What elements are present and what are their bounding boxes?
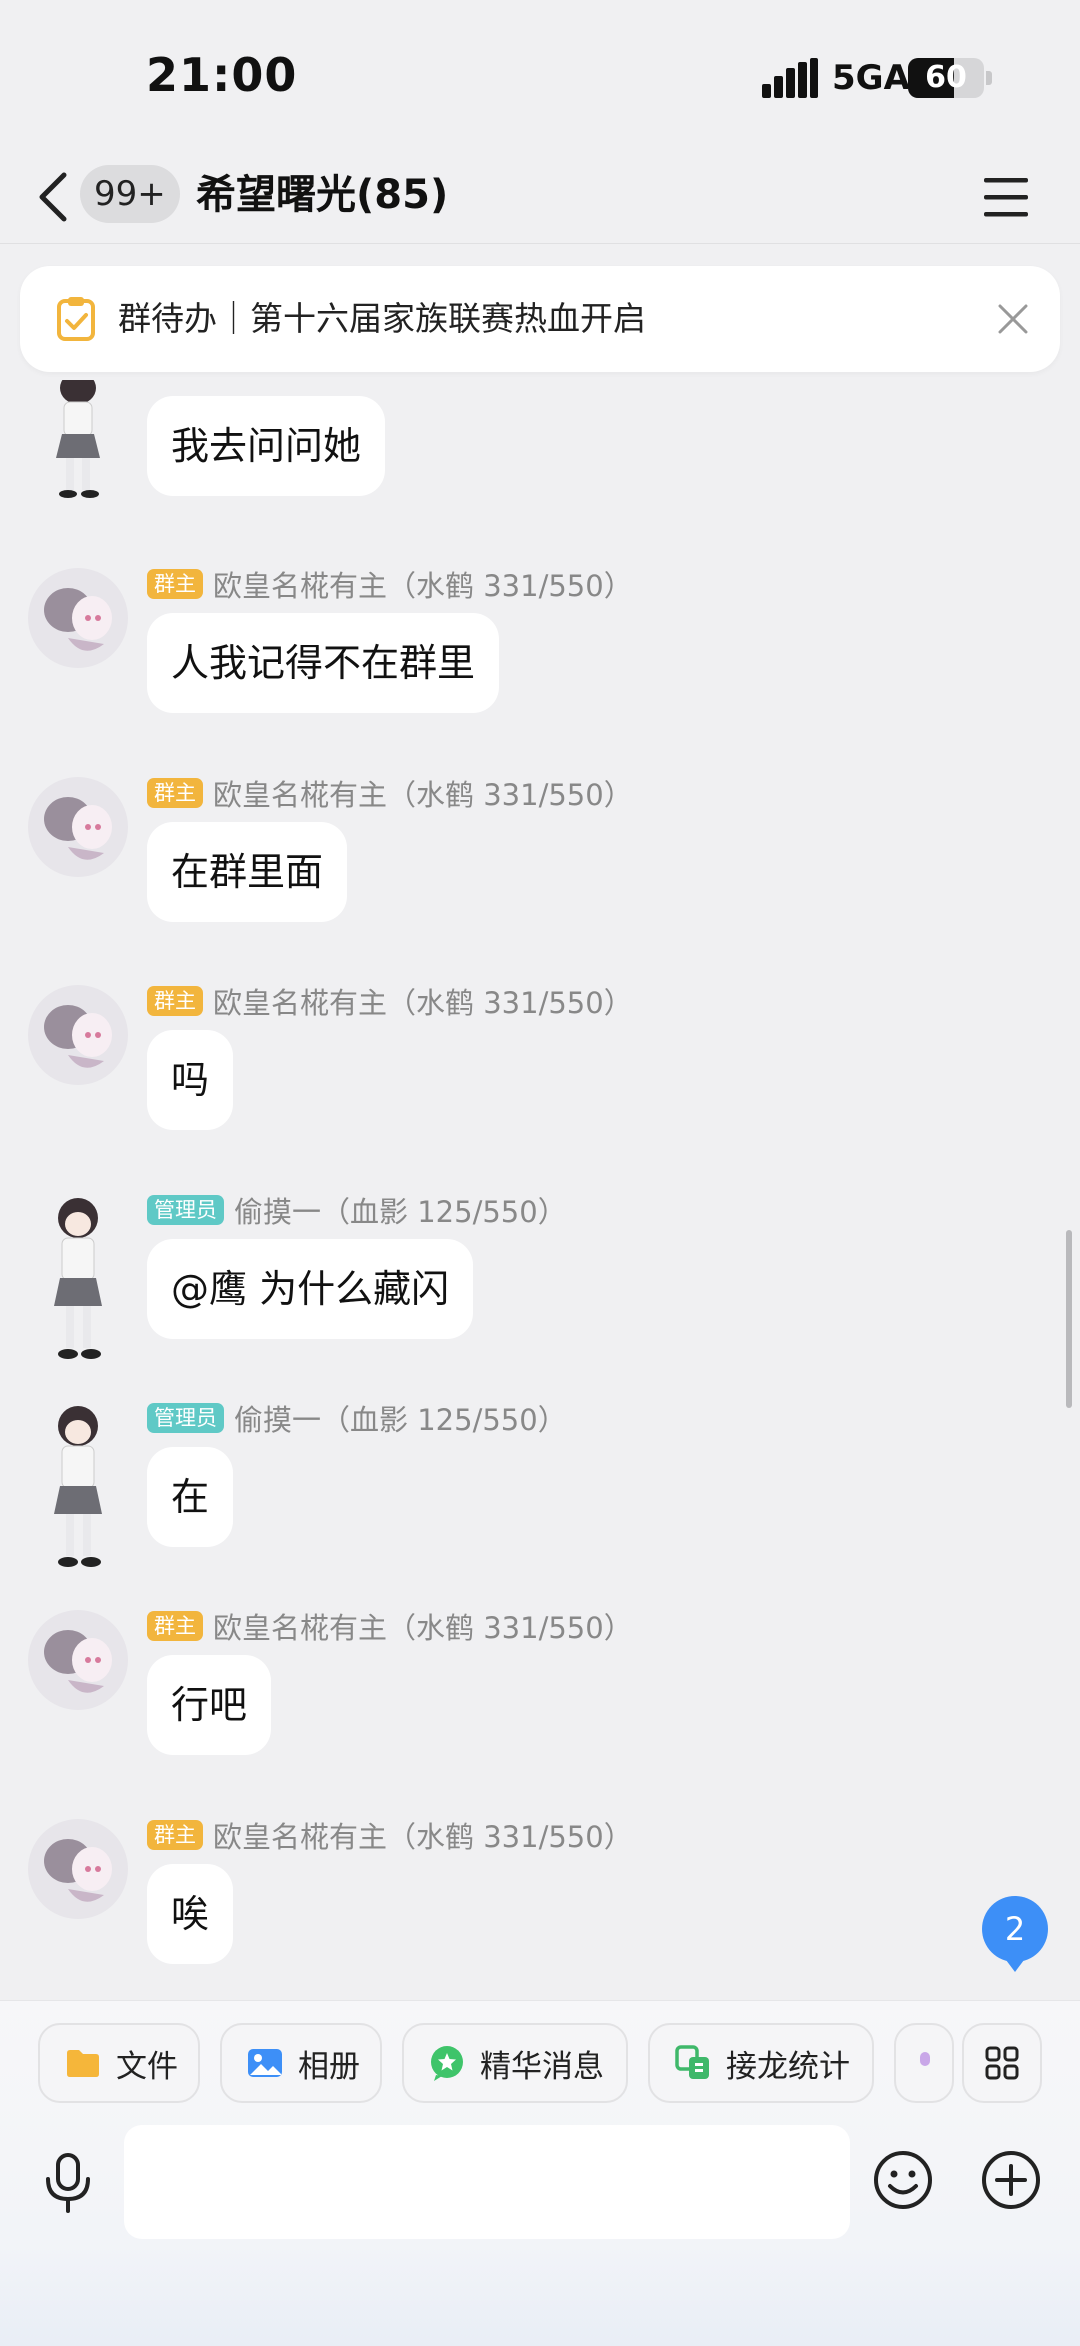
microphone-icon[interactable]	[38, 2151, 98, 2215]
girl-avatar[interactable]	[28, 1194, 128, 1364]
plus-icon[interactable]	[980, 2149, 1042, 2211]
message-list[interactable]: 我去问问她 群主 欧皇名椛有主（水鹤 331/550） 人我记得不在群里 群主	[0, 380, 1080, 2000]
owner-tag: 群主	[147, 1611, 203, 1641]
hamburger-icon	[984, 178, 1028, 217]
message-bubble[interactable]: 唉	[147, 1864, 234, 1964]
chat-header: 99+ 希望曙光(85)	[0, 150, 1080, 244]
photo-icon	[248, 2049, 282, 2077]
message-bubble[interactable]: 在群里面	[147, 822, 348, 922]
status-time: 21:00	[146, 48, 298, 102]
quick-action-bar: 文件 相册 精华消息 接龙统计	[0, 2023, 1080, 2105]
sender-name[interactable]: 欧皇名椛有主（水鹤 331/550）	[213, 1605, 633, 1647]
star-bubble-icon	[431, 2046, 463, 2081]
owner-tag: 群主	[147, 569, 203, 599]
quick-action-album[interactable]: 相册	[220, 2023, 382, 2103]
quick-action-partial[interactable]	[894, 2023, 954, 2103]
anime-avatar[interactable]	[28, 985, 128, 1085]
folder-icon	[67, 2050, 99, 2077]
sender-line: 管理员 偷摸一（血影 125/550）	[147, 1402, 567, 1437]
anime-avatar[interactable]	[28, 568, 128, 668]
sender-name[interactable]: 偷摸一（血影 125/550）	[234, 1189, 567, 1231]
more-apps-button[interactable]	[962, 2023, 1042, 2103]
scrollbar[interactable]	[1066, 1230, 1072, 1408]
quick-action-files[interactable]: 文件	[38, 2023, 200, 2103]
owner-tag: 群主	[147, 986, 203, 1016]
sender-name[interactable]: 欧皇名椛有主（水鹤 331/550）	[213, 772, 633, 814]
new-message-badge[interactable]: 2	[982, 1896, 1048, 1972]
quick-action-relay[interactable]: 接龙统计	[648, 2023, 874, 2103]
message-bubble[interactable]: 人我记得不在群里	[147, 613, 500, 713]
message-input[interactable]	[124, 2125, 850, 2239]
chip-label: 接龙统计	[726, 2048, 850, 2085]
sender-line: 群主 欧皇名椛有主（水鹤 331/550）	[147, 1610, 633, 1645]
sender-name[interactable]: 欧皇名椛有主（水鹤 331/550）	[213, 1814, 633, 1856]
grid-icon	[985, 2046, 1019, 2080]
sender-name[interactable]: 欧皇名椛有主（水鹤 331/550）	[213, 563, 633, 605]
girl-avatar[interactable]	[28, 380, 128, 500]
group-todo-banner[interactable]: 群待办｜第十六届家族联赛热血开启	[20, 266, 1060, 372]
message-bubble[interactable]: @鹰 为什么藏闪	[147, 1239, 474, 1339]
sender-line: 群主 欧皇名椛有主（水鹤 331/550）	[147, 568, 633, 603]
sender-name[interactable]: 偷摸一（血影 125/550）	[234, 1397, 567, 1439]
composer-panel: 文件 相册 精华消息 接龙统计	[0, 2000, 1080, 2346]
quick-action-highlights[interactable]: 精华消息	[402, 2023, 628, 2103]
input-row	[0, 2121, 1080, 2241]
sender-line: 群主 欧皇名椛有主（水鹤 331/550）	[147, 1819, 633, 1854]
group-title[interactable]: 希望曙光(85)	[196, 166, 448, 224]
sender-line: 群主 欧皇名椛有主（水鹤 331/550）	[147, 777, 633, 812]
anime-avatar[interactable]	[28, 1819, 128, 1919]
todo-clipboard-icon	[57, 297, 95, 341]
relay-icon	[675, 2045, 709, 2079]
unread-count-badge[interactable]: 99+	[80, 165, 180, 223]
message-bubble[interactable]: 行吧	[147, 1655, 272, 1755]
network-label: 5GA	[832, 58, 910, 98]
status-bar: 21:00 5GA 60	[0, 0, 1080, 150]
message-bubble[interactable]: 吗	[147, 1030, 234, 1130]
anime-avatar[interactable]	[28, 1610, 128, 1710]
menu-button[interactable]	[978, 170, 1034, 224]
message-bubble[interactable]: 在	[147, 1447, 234, 1547]
back-button[interactable]	[28, 162, 78, 232]
anime-avatar[interactable]	[28, 777, 128, 877]
admin-tag: 管理员	[147, 1403, 224, 1433]
chip-label: 文件	[116, 2048, 178, 2085]
owner-tag: 群主	[147, 1820, 203, 1850]
close-icon[interactable]	[996, 302, 1030, 336]
chip-label: 相册	[298, 2048, 360, 2085]
sender-line: 群主 欧皇名椛有主（水鹤 331/550）	[147, 985, 633, 1020]
admin-tag: 管理员	[147, 1195, 224, 1225]
sender-name[interactable]: 欧皇名椛有主（水鹤 331/550）	[213, 980, 633, 1022]
battery-level: 60	[925, 60, 967, 95]
todo-text: 群待办｜第十六届家族联赛热血开启	[118, 299, 646, 338]
sender-line: 管理员 偷摸一（血影 125/550）	[147, 1194, 567, 1229]
chevron-left-icon	[39, 172, 67, 222]
emoji-icon[interactable]	[872, 2149, 934, 2211]
chip-label: 精华消息	[480, 2048, 604, 2085]
message-bubble[interactable]: 我去问问她	[147, 396, 386, 496]
battery-tip	[986, 71, 992, 85]
battery-icon: 60	[908, 58, 984, 98]
partial-icon	[920, 2052, 930, 2066]
signal-icon	[762, 58, 818, 98]
owner-tag: 群主	[147, 778, 203, 808]
girl-avatar[interactable]	[28, 1402, 128, 1572]
